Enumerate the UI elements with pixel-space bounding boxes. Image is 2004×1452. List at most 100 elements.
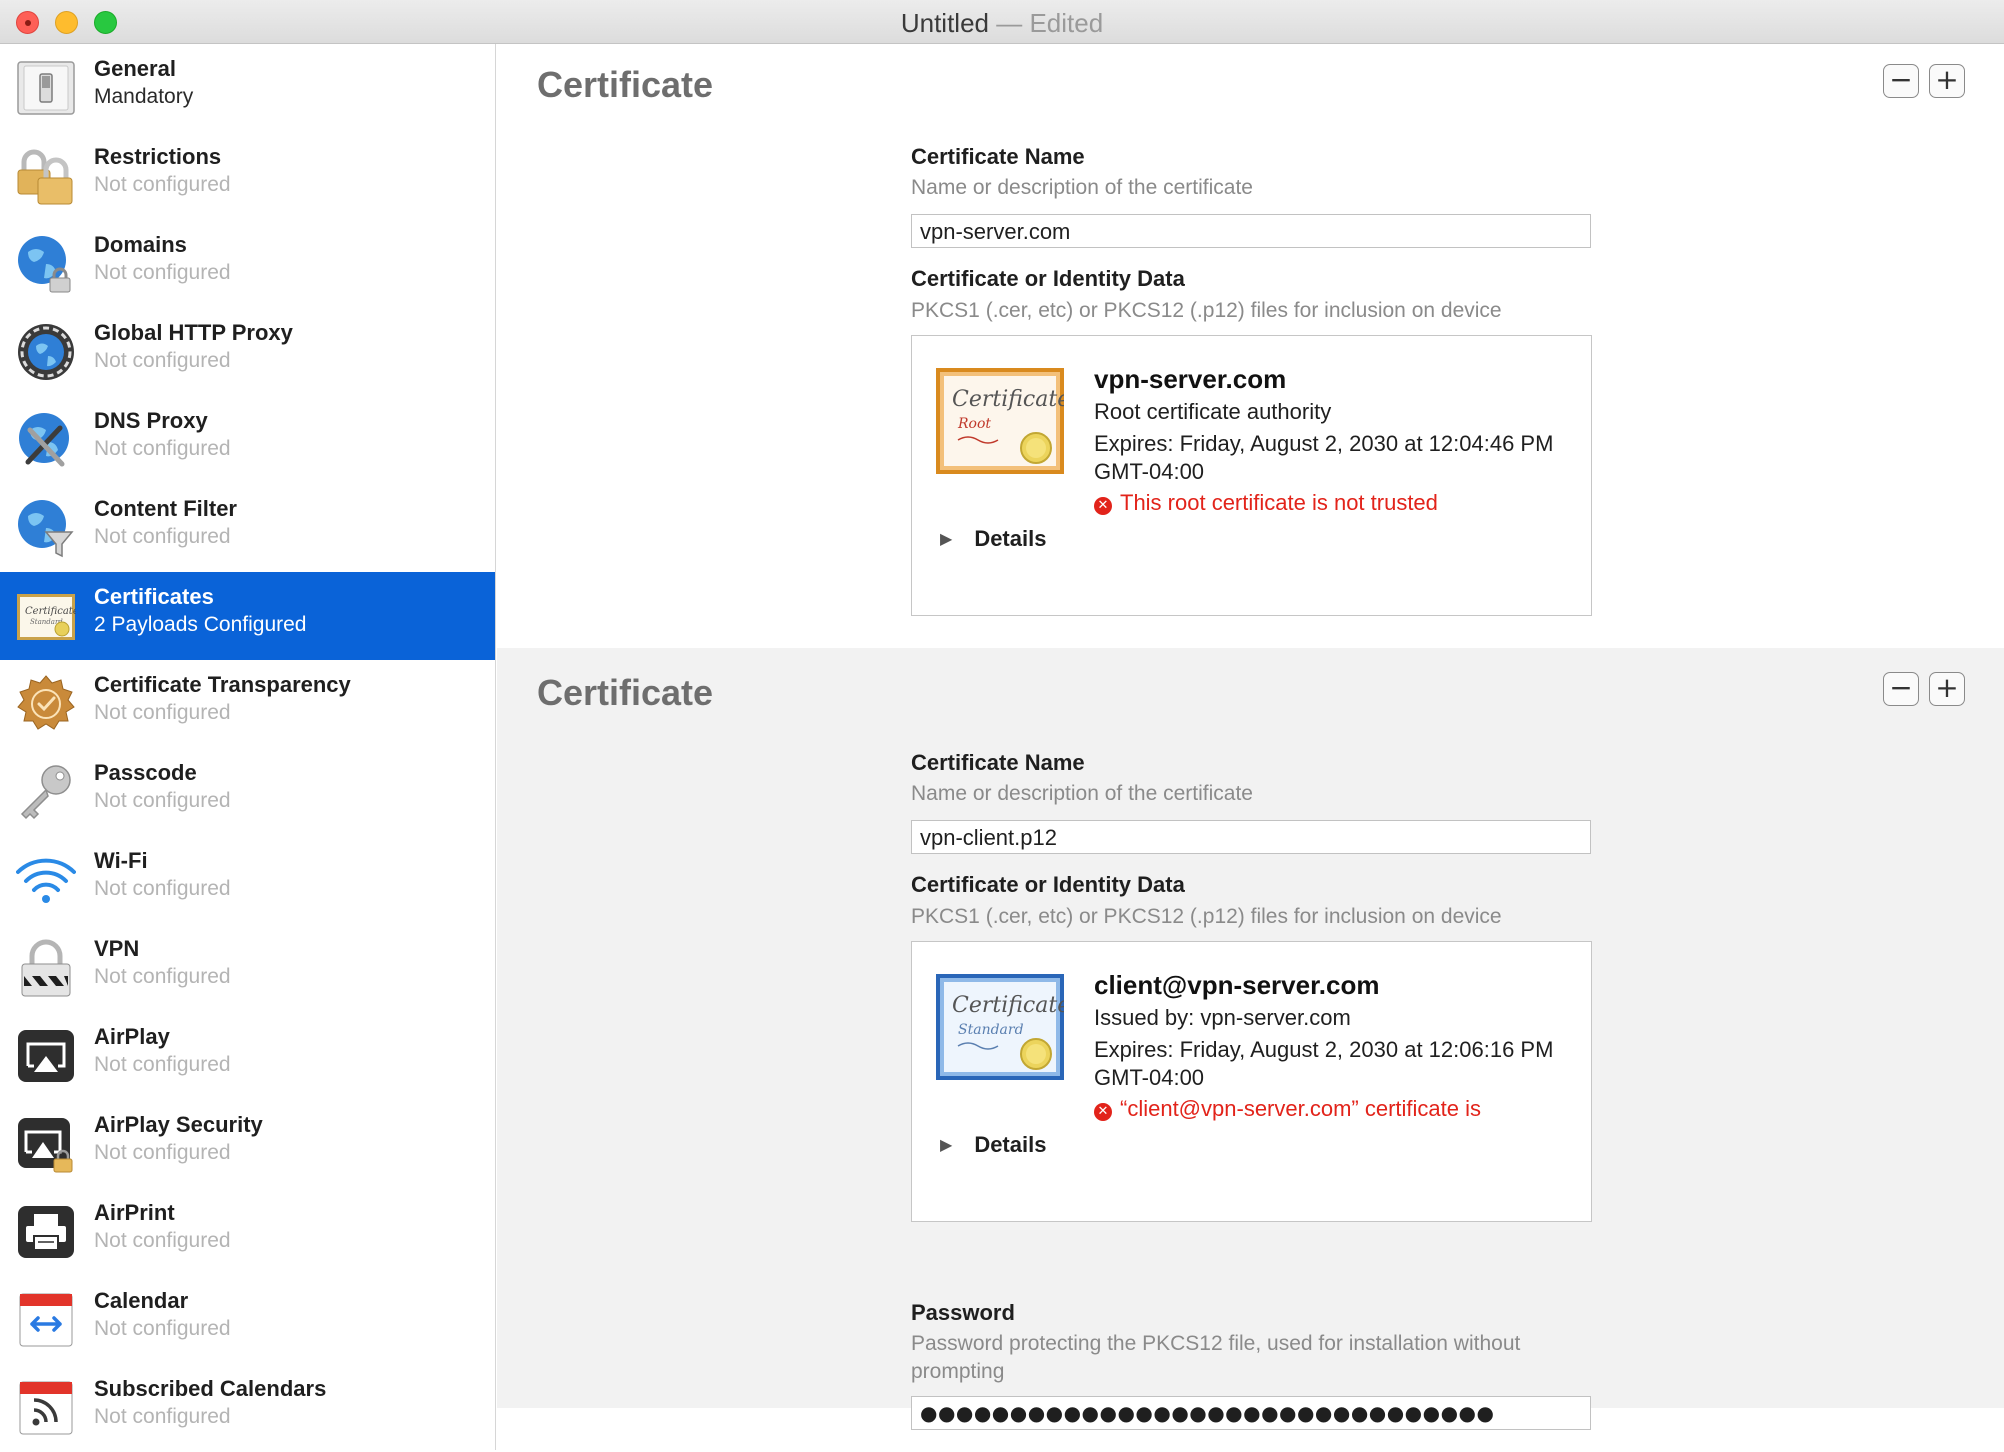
sidebar-item-title: General: [94, 56, 176, 81]
certificate-image-word: Certificate: [952, 387, 1064, 412]
certificate-drop-well[interactable]: Certificate Standard client@vpn-server.c…: [911, 941, 1592, 1222]
password-description: Password protecting the PKCS12 file, use…: [911, 1332, 1521, 1383]
certificate-name-label: Certificate Name: [911, 144, 1085, 169]
remove-payload-button[interactable]: −: [1883, 64, 1919, 98]
certificate-issuer: Issued by: vpn-server.com: [1094, 1005, 1351, 1030]
title-separator: —: [988, 8, 1030, 38]
sidebar-item-content-filter[interactable]: Content Filter Not configured: [0, 484, 495, 572]
details-label: Details: [974, 1132, 1047, 1157]
globe-funnel-icon: [18, 500, 74, 558]
sidebar-item-certificates[interactable]: Certificate Standard Certificates 2 Payl…: [0, 572, 495, 660]
sidebar-item-title: Calendar: [94, 1288, 189, 1313]
sidebar-item-title: VPN: [94, 936, 140, 961]
sidebar-item-title: Wi-Fi: [94, 848, 148, 873]
certificate-name-description: Name or description of the certificate: [911, 176, 1253, 199]
sidebar-item-airplay-security[interactable]: AirPlay Security Not configured: [0, 1100, 495, 1188]
sidebar-item-subtitle: Not configured: [94, 1053, 231, 1076]
sidebar-item-airprint[interactable]: AirPrint Not configured: [0, 1188, 495, 1276]
certificate-trust-error: ✕ This root certificate is not trusted: [1094, 490, 1438, 516]
sidebar-item-subtitle: Not configured: [94, 437, 231, 460]
sidebar-item-airplay[interactable]: AirPlay Not configured: [0, 1012, 495, 1100]
globe-proxy-icon: [18, 324, 74, 380]
title-bar: Untitled — Edited: [0, 0, 2004, 44]
payload-editor: Certificate − + Certificate Name Name or…: [497, 44, 2004, 1450]
sidebar-item-subtitle: Not configured: [94, 789, 231, 812]
sidebar-item-title: AirPrint: [94, 1200, 175, 1225]
add-payload-button[interactable]: +: [1929, 672, 1965, 706]
certificate-expiration: Expires: Friday, August 2, 2030 at 12:06…: [1094, 1037, 1554, 1090]
sidebar-item-title: Global HTTP Proxy: [94, 320, 293, 345]
sidebar-item-general[interactable]: General Mandatory: [0, 44, 495, 132]
certificate-image-sub: Standard: [958, 1022, 1024, 1038]
globe-lock-icon: [18, 236, 71, 293]
calendar-rss-icon: [19, 1381, 73, 1435]
sidebar-item-subtitle: Not configured: [94, 701, 231, 724]
sidebar-item-title: Passcode: [94, 760, 197, 785]
document-name: Untitled: [900, 8, 989, 38]
sidebar-item-title: Domains: [94, 232, 187, 257]
sidebar-item-subtitle: Not configured: [94, 877, 231, 900]
sidebar-item-vpn[interactable]: VPN Not configured: [0, 924, 495, 1012]
sidebar-item-title: Certificates: [94, 584, 214, 609]
certificate-name-description: Name or description of the certificate: [911, 782, 1253, 805]
certificate-image-sub: Root: [957, 416, 991, 432]
certificate-type: Root certificate authority: [1094, 399, 1332, 424]
edited-status: Edited: [1029, 8, 1104, 38]
disclosure-triangle-icon: ▶: [940, 1135, 953, 1154]
certificate-title: vpn-server.com: [1094, 364, 1287, 394]
calendar-icon: [19, 1293, 73, 1347]
certificate-name-label: Certificate Name: [911, 750, 1085, 775]
disclosure-triangle-icon: ▶: [940, 529, 953, 548]
sidebar-item-subtitle: 2 Payloads Configured: [94, 613, 307, 636]
certificate-data-label: Certificate or Identity Data: [911, 872, 1185, 897]
certificate-data-description: PKCS1 (.cer, etc) or PKCS12 (.p12) files…: [911, 299, 1502, 322]
details-label: Details: [974, 526, 1047, 551]
certificate-drop-well[interactable]: Certificate Root vpn-server.com Root cer…: [911, 335, 1592, 616]
certificate-payload-2: Certificate − + Certificate Name Name or…: [497, 648, 2004, 1430]
window-title: Untitled — Edited: [0, 8, 2004, 39]
airplay-icon: [18, 1030, 74, 1082]
certificate-data-label: Certificate or Identity Data: [911, 266, 1185, 291]
sidebar-item-restrictions[interactable]: Restrictions Not configured: [0, 132, 495, 220]
switch-icon: [17, 61, 75, 115]
add-payload-button[interactable]: +: [1929, 64, 1965, 98]
airplay-lock-icon: [18, 1118, 73, 1173]
certificate-error-text: This root certificate is not trusted: [1120, 490, 1438, 515]
padlocks-icon: [17, 149, 73, 205]
sidebar-item-title: DNS Proxy: [94, 408, 208, 433]
certificate-image-word: Certificate: [952, 993, 1064, 1018]
vpn-lock-icon: [21, 939, 71, 997]
error-icon: ✕: [1094, 497, 1112, 515]
details-disclosure[interactable]: ▶ Details: [940, 526, 1046, 552]
certificate-payload-1: Certificate − + Certificate Name Name or…: [497, 44, 2004, 648]
sidebar-item-certificate-transparency[interactable]: Certificate Transparency Not configured: [0, 660, 495, 748]
sidebar-item-subtitle: Not configured: [94, 1141, 231, 1164]
standard-certificate-icon: Certificate Standard: [936, 974, 1064, 1080]
sidebar-item-subtitle: Not configured: [94, 525, 231, 548]
seal-badge-icon: [17, 675, 75, 730]
wifi-icon: [16, 858, 76, 903]
sidebar-item-title: AirPlay: [94, 1024, 170, 1049]
sidebar-item-calendar[interactable]: Calendar Not configured: [0, 1276, 495, 1364]
sidebar-item-subtitle: Not configured: [94, 261, 231, 284]
certificate-name-input[interactable]: vpn-server.com: [911, 214, 1591, 248]
details-disclosure[interactable]: ▶ Details: [940, 1132, 1046, 1158]
remove-payload-button[interactable]: −: [1883, 672, 1919, 706]
sidebar-item-title: Subscribed Calendars: [94, 1376, 327, 1401]
sidebar-item-title: Certificate Transparency: [94, 672, 351, 697]
sidebar-item-global-http-proxy[interactable]: Global HTTP Proxy Not configured: [0, 308, 495, 396]
printer-icon: [18, 1206, 74, 1258]
sidebar-item-dns-proxy[interactable]: DNS Proxy Not configured: [0, 396, 495, 484]
certificate-name-input[interactable]: vpn-client.p12: [911, 820, 1591, 854]
sidebar-item-domains[interactable]: Domains Not configured: [0, 220, 495, 308]
sidebar-item-subtitle: Not configured: [94, 1317, 231, 1340]
sidebar-item-passcode[interactable]: Passcode Not configured: [0, 748, 495, 836]
root-certificate-icon: Certificate Root: [936, 368, 1064, 474]
section-title: Certificate: [537, 672, 714, 713]
certificate-expiration: Expires: Friday, August 2, 2030 at 12:04…: [1094, 431, 1554, 484]
sidebar-item-title: Restrictions: [94, 144, 222, 169]
sidebar-item-subscribed-calendars[interactable]: Subscribed Calendars Not configured: [0, 1364, 495, 1452]
password-field[interactable]: ●●●●●●●●●●●●●●●●●●●●●●●●●●●●●●●●: [911, 1396, 1591, 1430]
sidebar-item-wifi[interactable]: Wi-Fi Not configured: [0, 836, 495, 924]
sidebar-item-title: AirPlay Security: [94, 1112, 263, 1137]
